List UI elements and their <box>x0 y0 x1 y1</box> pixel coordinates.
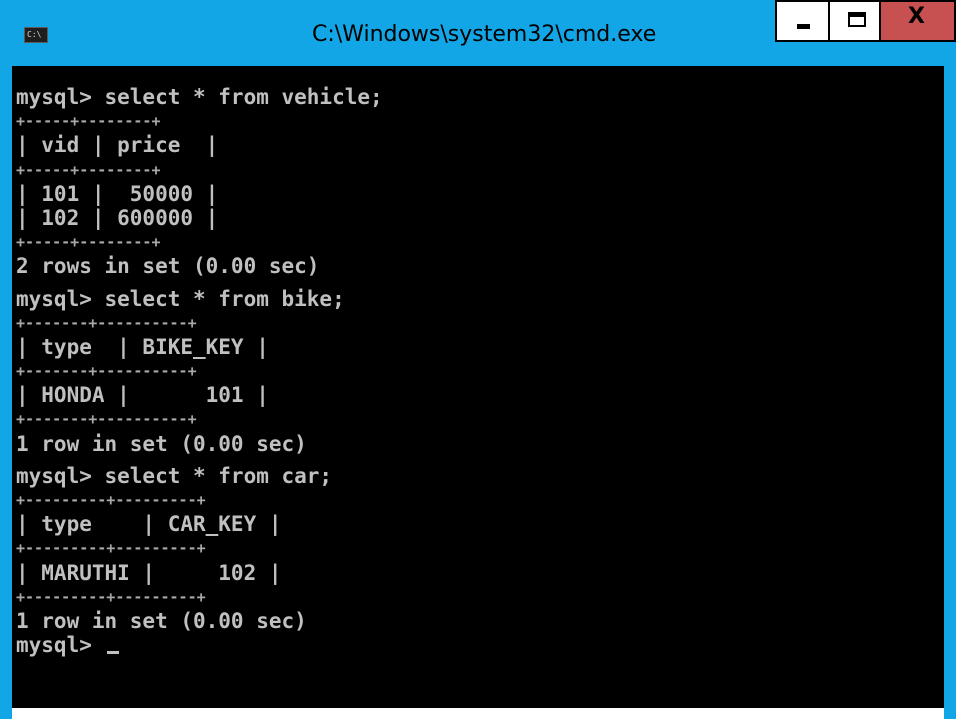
console-line-row: | type | CAR_KEY | <box>16 512 383 536</box>
console-line-sep: +-----+--------+ <box>16 158 383 182</box>
close-button[interactable]: X <box>881 0 956 42</box>
window-title: C:\Windows\system32\cmd.exe <box>312 22 657 47</box>
minimize-icon <box>797 24 810 29</box>
console-line-text: 2 rows in set (0.00 sec) <box>16 254 320 279</box>
console-line-text: | 102 | 600000 | <box>16 205 219 230</box>
console-line-text: | type | CAR_KEY | <box>16 512 282 537</box>
console-line-cmd: mysql> select * from bike; <box>16 287 383 311</box>
console-line-text: 1 row in set (0.00 sec) <box>16 608 307 633</box>
console-line-cmd: mysql> select * from vehicle; <box>16 85 383 109</box>
console-line-row: | vid | price | <box>16 133 383 157</box>
console-line-info: 1 row in set (0.00 sec) <box>16 432 383 456</box>
console-line-prompt: mysql> <box>16 633 383 657</box>
console-line-sep: +-------+----------+ <box>16 407 383 431</box>
console-line-text: +-----+--------+ <box>16 112 161 131</box>
console-line-info: 2 rows in set (0.00 sec) <box>16 254 383 278</box>
window-bottom-edge <box>12 708 944 719</box>
console-line-cmd: mysql> select * from car; <box>16 464 383 488</box>
console-line-text: mysql> select * from car; <box>16 463 333 488</box>
console-line-text: 1 row in set (0.00 sec) <box>16 431 307 456</box>
console-line-text: +---------+---------+ <box>16 491 206 509</box>
console-line-text: mysql> <box>16 633 105 658</box>
console-line-text: +-----+--------+ <box>16 233 161 252</box>
close-icon: X <box>908 4 925 29</box>
console-line-row: | 102 | 600000 | <box>16 206 383 230</box>
console-line-sep: +---------+---------+ <box>16 488 383 512</box>
console-line-text: | HONDA | 101 | <box>16 383 269 408</box>
console-line-text: mysql> select * from vehicle; <box>16 85 383 109</box>
console-line-text: +-------+----------+ <box>16 410 197 429</box>
console-line-row: | HONDA | 101 | <box>16 383 383 407</box>
text-cursor <box>106 651 119 655</box>
console-line-text: | vid | price | <box>16 133 219 158</box>
console-line-text: mysql> select * from bike; <box>16 286 345 311</box>
console-line-text: | MARUTHI | 102 | <box>16 560 282 585</box>
console-line-text: +-----+--------+ <box>16 160 161 179</box>
console-line-text: | type | BIKE_KEY | <box>16 334 269 359</box>
console-line-text: +---------+---------+ <box>16 539 206 558</box>
console-output[interactable]: mysql> select * from vehicle; +-----+----… <box>12 66 944 708</box>
console-line-text: | 101 | 50000 | <box>16 181 219 206</box>
console-line-row: | type | BIKE_KEY | <box>16 335 383 359</box>
console-line-info: 1 row in set (0.00 sec) <box>16 609 383 633</box>
cmd-app-icon[interactable]: C:\ <box>24 27 48 43</box>
maximize-icon <box>848 12 866 27</box>
console-line-text: +-------+----------+ <box>16 362 197 381</box>
console-line-row: | MARUTHI | 102 | <box>16 561 383 585</box>
title-bar[interactable]: C:\ C:\Windows\system32\cmd.exe X <box>0 0 956 66</box>
console-line-row: | 101 | 50000 | <box>16 182 383 206</box>
console-line-sep: +-----+--------+ <box>16 230 383 254</box>
console-line-text: +---------+---------+ <box>16 587 206 606</box>
maximize-button[interactable] <box>828 0 881 42</box>
console-text-area: mysql> select * from vehicle; +-----+----… <box>16 85 383 657</box>
console-line-sep: +-------+----------+ <box>16 311 383 335</box>
console-line-text: +-------+----------+ <box>16 313 197 332</box>
minimize-button[interactable] <box>775 0 828 42</box>
console-line-sep: +---------+---------+ <box>16 536 383 560</box>
console-line-sep: +-----+--------+ <box>16 109 383 133</box>
cmd-window: C:\ C:\Windows\system32\cmd.exe X mysql>… <box>0 0 956 719</box>
console-line-sep: +---------+---------+ <box>16 585 383 609</box>
console-line-sep: +-------+----------+ <box>16 359 383 383</box>
